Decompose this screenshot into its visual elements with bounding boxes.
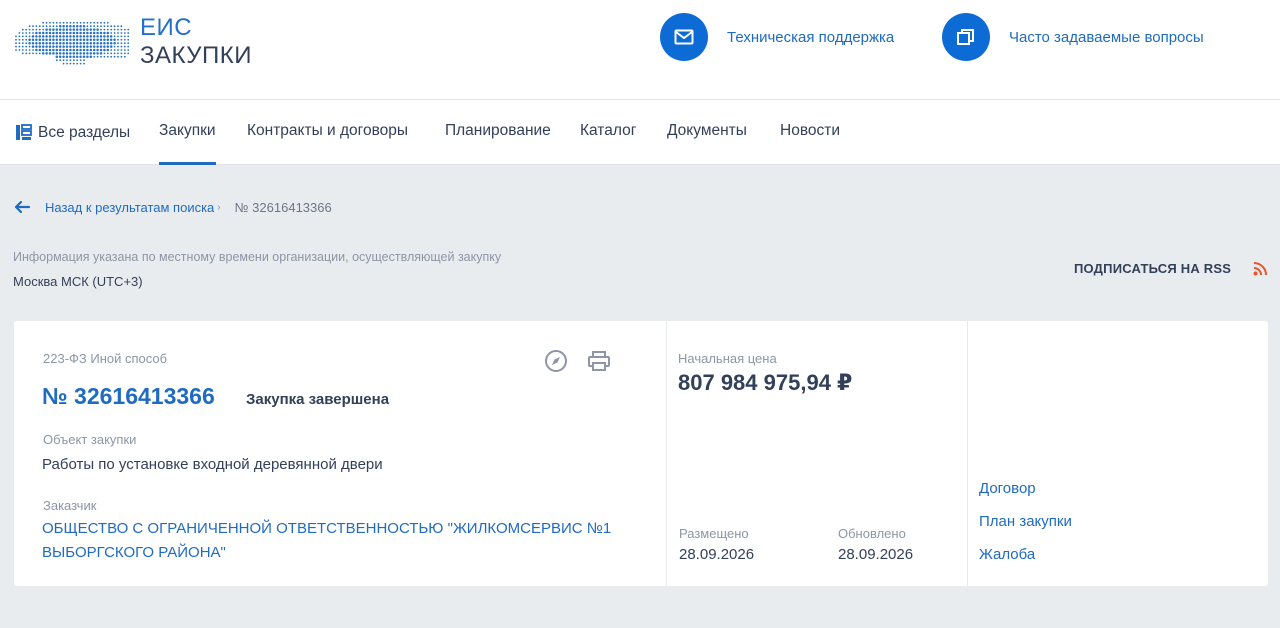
price-label: Начальная цена [678, 351, 777, 366]
nav-item-documents[interactable]: Документы [667, 100, 747, 165]
law-method: 223-ФЗ Иной способ [43, 351, 168, 366]
card-divider [666, 321, 667, 586]
timezone-value: Москва МСК (UTC+3) [13, 274, 143, 289]
tech-support-label: Техническая поддержка [727, 28, 895, 46]
contract-link[interactable]: Договор [979, 480, 1036, 497]
nav-item-news[interactable]: Новости [780, 100, 840, 165]
site-header: ЕИС ЗАКУПКИ Техническая поддержка Часто … [0, 0, 1280, 100]
nav-all-sections-label: Все разделы [38, 123, 131, 141]
copy-icon [942, 13, 990, 61]
rss-icon [1253, 261, 1268, 275]
rss-subscribe-label: ПОДПИСАТЬСЯ НА RSS [1074, 261, 1232, 276]
customer-link[interactable]: ОБЩЕСТВО С ОГРАНИЧЕННОЙ ОТВЕТСТВЕННОСТЬЮ… [42, 517, 622, 565]
customer-label: Заказчик [43, 498, 97, 513]
breadcrumb-separator: › [217, 201, 221, 213]
purchase-number[interactable]: № 32616413366 [42, 383, 215, 410]
logo-eis: ЕИС [140, 14, 193, 41]
tech-support-link[interactable]: Техническая поддержка [660, 13, 894, 61]
posted-date: 28.09.2026 [679, 546, 755, 563]
nav-item-planning[interactable]: Планирование [445, 100, 551, 165]
posted-label: Размещено [679, 526, 749, 541]
eis-logo[interactable]: ЕИС ЗАКУПКИ [14, 12, 259, 74]
purchase-status: Закупка завершена [246, 391, 390, 408]
breadcrumb: Назад к результатам поиска › № 326164133… [13, 197, 332, 217]
faq-link[interactable]: Часто задаваемые вопросы [942, 13, 1204, 61]
breadcrumb-current: № 32616413366 [234, 199, 332, 215]
card-divider [967, 321, 968, 586]
object-label: Объект закупки [43, 432, 137, 447]
mail-icon [660, 13, 708, 61]
purchase-card: 223-ФЗ Иной способ № 32616413366 Закупка… [14, 321, 1268, 586]
sections-icon [16, 124, 32, 140]
updated-date: 28.09.2026 [838, 546, 914, 563]
logo-text: ЕИС ЗАКУПКИ [140, 14, 252, 70]
nav-item-contracts[interactable]: Контракты и договоры [247, 100, 408, 165]
object-value: Работы по установке входной деревянной д… [42, 456, 383, 473]
russia-map-logo-icon [15, 21, 130, 65]
nav-item-zakupki[interactable]: Закупки [159, 100, 216, 165]
main-nav: Все разделы Закупки Контракты и договоры… [0, 100, 1280, 165]
compass-icon[interactable] [544, 349, 568, 373]
nav-item-catalog[interactable]: Каталог [580, 100, 636, 165]
price-value: 807 984 975,94 ₽ [678, 370, 853, 395]
back-arrow-icon[interactable] [13, 198, 31, 216]
nav-all-sections[interactable]: Все разделы [15, 100, 130, 165]
faq-label: Часто задаваемые вопросы [1009, 28, 1204, 46]
complaint-link[interactable]: Жалоба [979, 546, 1035, 563]
purchase-plan-link[interactable]: План закупки [979, 513, 1072, 530]
print-icon[interactable] [587, 349, 611, 373]
logo-zakupki: ЗАКУПКИ [140, 42, 252, 69]
back-to-results-link[interactable]: Назад к результатам поиска [45, 200, 214, 215]
rss-subscribe[interactable]: ПОДПИСАТЬСЯ НА RSS [1074, 261, 1268, 276]
timezone-note: Информация указана по местному времени о… [13, 250, 502, 264]
updated-label: Обновлено [838, 526, 906, 541]
